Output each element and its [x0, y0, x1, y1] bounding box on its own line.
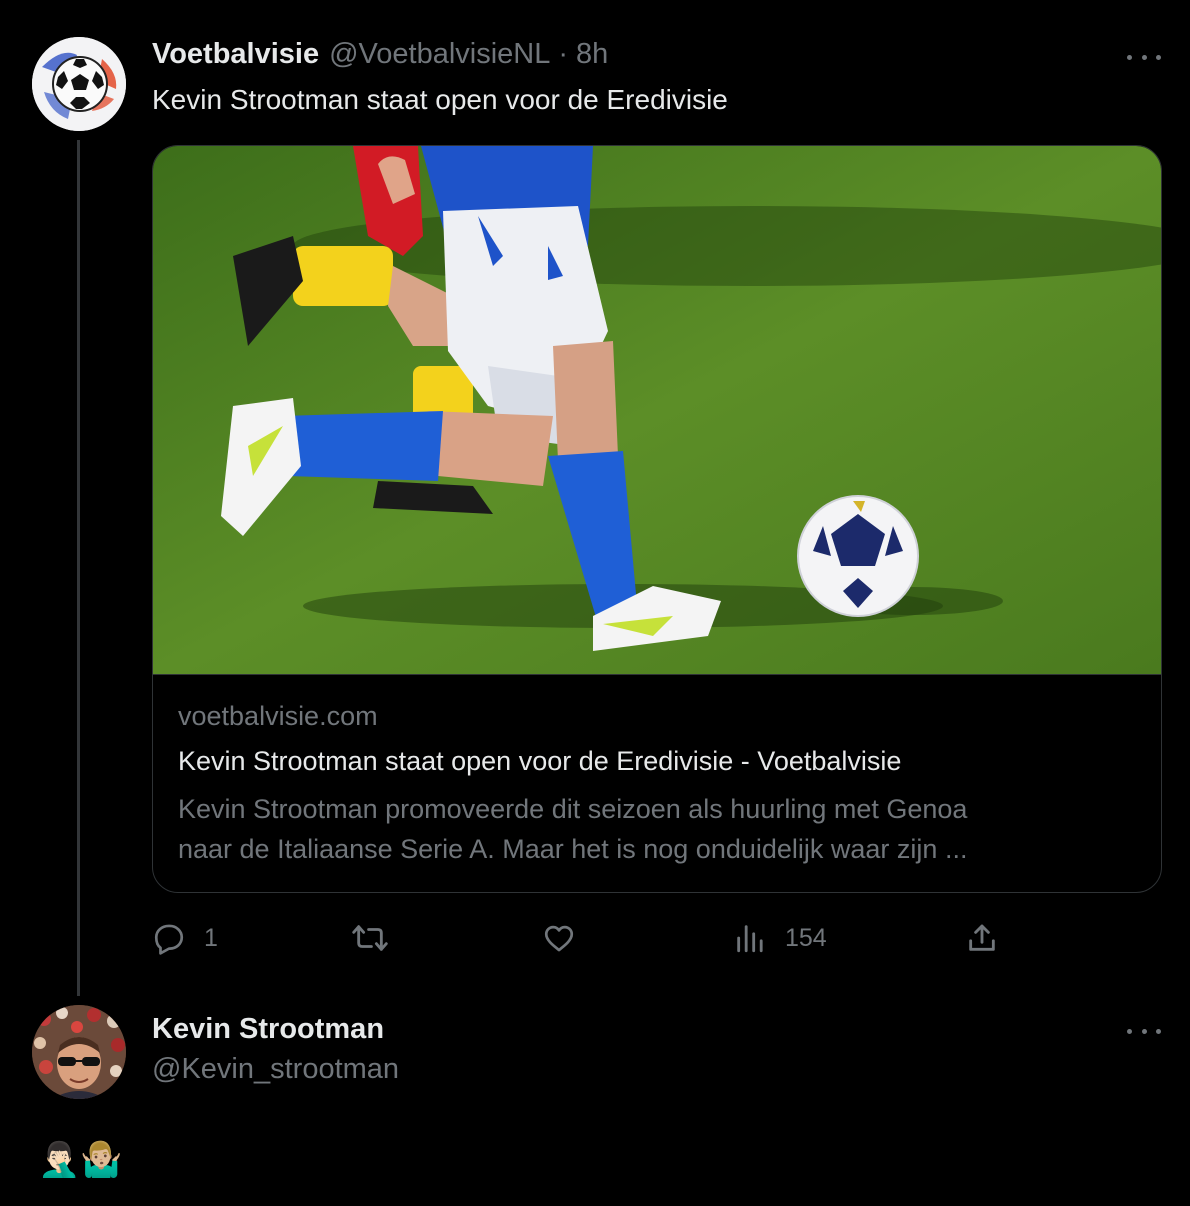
card-image: [153, 146, 1161, 675]
header-separator: ·: [558, 38, 569, 70]
card-title[interactable]: Kevin Strootman staat open voor de Eredi…: [178, 746, 1138, 777]
views-icon: [737, 925, 763, 953]
views-count: 154: [785, 923, 827, 952]
views-button[interactable]: 154: [733, 921, 827, 955]
soccer-ball-logo-icon: [32, 37, 126, 131]
reply-more-options-button[interactable]: [1127, 1021, 1161, 1041]
reply-count: 1: [204, 923, 218, 952]
card-meta: voetbalvisie.com Kevin Strootman staat o…: [178, 701, 1138, 869]
like-button[interactable]: [542, 921, 576, 955]
reply-button[interactable]: 1: [152, 921, 218, 955]
author-display-name[interactable]: Voetbalvisie: [152, 38, 319, 71]
tweet-header: Voetbalvisie @VoetbalvisieNL · 8h: [152, 38, 608, 71]
reply-icon: [154, 924, 184, 955]
reply-author-handle[interactable]: @Kevin_strootman: [152, 1053, 399, 1086]
share-button[interactable]: [965, 921, 999, 955]
thread-connector-line: [77, 140, 80, 996]
reply-text: 🤦🏻‍♂️🤷🏼‍♂️: [38, 1140, 123, 1180]
retweet-button[interactable]: [351, 921, 389, 955]
profile-photo: [32, 1005, 126, 1099]
link-preview-card[interactable]: voetbalvisie.com Kevin Strootman staat o…: [152, 145, 1162, 893]
card-domain[interactable]: voetbalvisie.com: [178, 701, 1138, 732]
voetbalvisie-avatar[interactable]: [32, 37, 126, 131]
share-icon: [969, 924, 995, 951]
card-description-line-2: naar de Italiaanse Serie A. Maar het is …: [178, 834, 968, 864]
more-options-button[interactable]: [1127, 47, 1161, 67]
author-handle[interactable]: @VoetbalvisieNL: [329, 38, 550, 71]
card-description-line-1: Kevin Strootman promoveerde dit seizoen …: [178, 794, 968, 824]
football-match-photo: [153, 146, 1161, 674]
kevin-strootman-avatar[interactable]: [32, 1005, 126, 1099]
card-description: Kevin Strootman promoveerde dit seizoen …: [178, 789, 1138, 869]
like-icon: [544, 925, 574, 952]
tweet-text: Kevin Strootman staat open voor de Eredi…: [152, 84, 728, 115]
reply-author-display-name[interactable]: Kevin Strootman: [152, 1013, 384, 1046]
retweet-icon: [352, 925, 388, 951]
tweet-timestamp[interactable]: 8h: [576, 38, 608, 71]
